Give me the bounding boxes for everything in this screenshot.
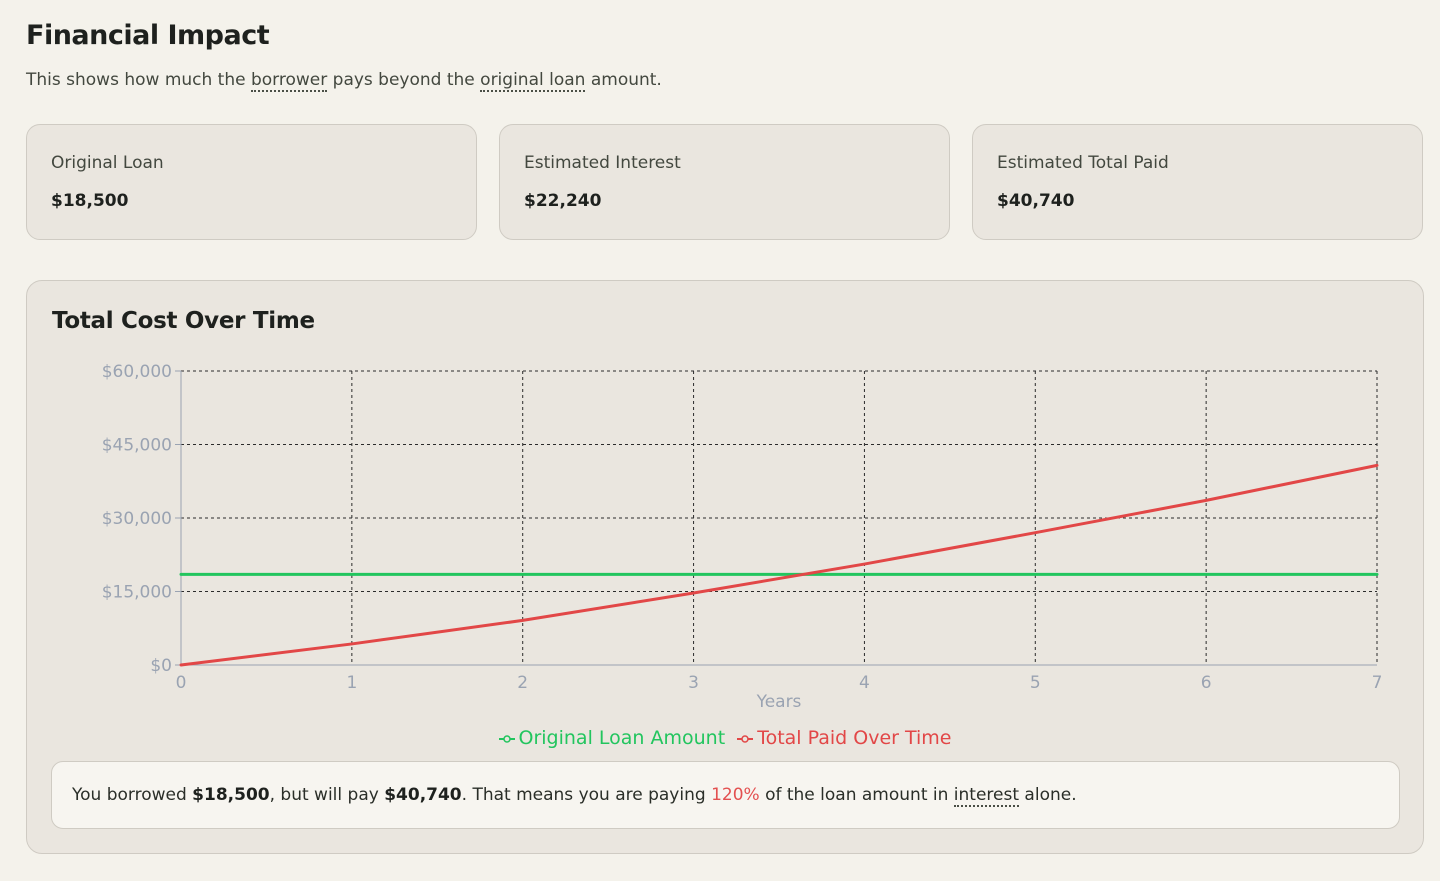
summary-total: $40,740 <box>384 785 462 805</box>
x-axis-label: Years <box>756 692 802 712</box>
card-label: Original Loan <box>51 153 164 173</box>
interest-term[interactable]: interest <box>953 785 1020 807</box>
original-loan-card: Original Loan $18,500 <box>26 124 477 240</box>
summary-text: alone. <box>1019 785 1077 805</box>
summary-text: You borrowed <box>72 785 193 805</box>
card-value: $22,240 <box>524 191 602 211</box>
chart-legend: Original Loan Amount Total Paid Over Tim… <box>27 727 1423 749</box>
x-tick-label: 3 <box>688 673 699 693</box>
x-tick-label: 6 <box>1201 673 1212 693</box>
summary-borrowed: $18,500 <box>192 785 270 805</box>
estimated-total-paid-card: Estimated Total Paid $40,740 <box>972 124 1423 240</box>
card-value: $40,740 <box>997 191 1075 211</box>
page-subtitle: This shows how much the borrower pays be… <box>26 70 662 92</box>
y-tick-label: $30,000 <box>102 509 172 529</box>
financial-impact-page: Financial Impact This shows how much the… <box>0 0 1440 881</box>
legend-label: Original Loan Amount <box>518 727 726 749</box>
card-label: Estimated Total Paid <box>997 153 1169 173</box>
summary-text: . That means you are paying <box>461 785 712 805</box>
summary-box: You borrowed $18,500, but will pay $40,7… <box>51 761 1400 829</box>
chart-panel: Total Cost Over Time 0 1 2 3 4 5 6 7 $0 $15,000 $3… <box>26 280 1424 854</box>
card-label: Estimated Interest <box>524 153 681 173</box>
page-title: Financial Impact <box>26 20 270 51</box>
subtitle-text: This shows how much the <box>26 70 251 90</box>
summary-text: , but will pay <box>269 785 385 805</box>
total-cost-chart: 0 1 2 3 4 5 6 7 $0 $15,000 $30,000 $45,000 $60,000 Ye… <box>102 362 1383 712</box>
y-tick-label: $60,000 <box>102 362 172 382</box>
x-tick-label: 4 <box>859 673 870 693</box>
summary-percent: 120% <box>711 785 760 805</box>
total-paid-line <box>179 463 1379 667</box>
original-loan-term[interactable]: original loan <box>480 70 586 92</box>
legend-line-icon <box>737 734 754 743</box>
card-value: $18,500 <box>51 191 129 211</box>
legend-item-original-loan[interactable]: Original Loan Amount <box>498 727 726 749</box>
x-tick-label: 2 <box>517 673 528 693</box>
x-tick-label: 5 <box>1030 673 1041 693</box>
borrower-term[interactable]: borrower <box>250 70 328 92</box>
y-tick-label: $0 <box>150 656 172 676</box>
estimated-interest-card: Estimated Interest $22,240 <box>499 124 950 240</box>
subtitle-text: amount. <box>585 70 662 90</box>
summary-text: of the loan amount in <box>759 785 954 805</box>
legend-label: Total Paid Over Time <box>757 727 952 749</box>
y-tick-label: $45,000 <box>102 436 172 456</box>
x-tick-label: 0 <box>176 673 187 693</box>
x-tick-label: 7 <box>1372 673 1383 693</box>
y-tick-label: $15,000 <box>102 583 172 603</box>
legend-item-total-paid[interactable]: Total Paid Over Time <box>737 727 951 749</box>
x-tick-label: 1 <box>346 673 357 693</box>
subtitle-text: pays beyond the <box>327 70 481 90</box>
legend-line-icon <box>498 734 515 743</box>
